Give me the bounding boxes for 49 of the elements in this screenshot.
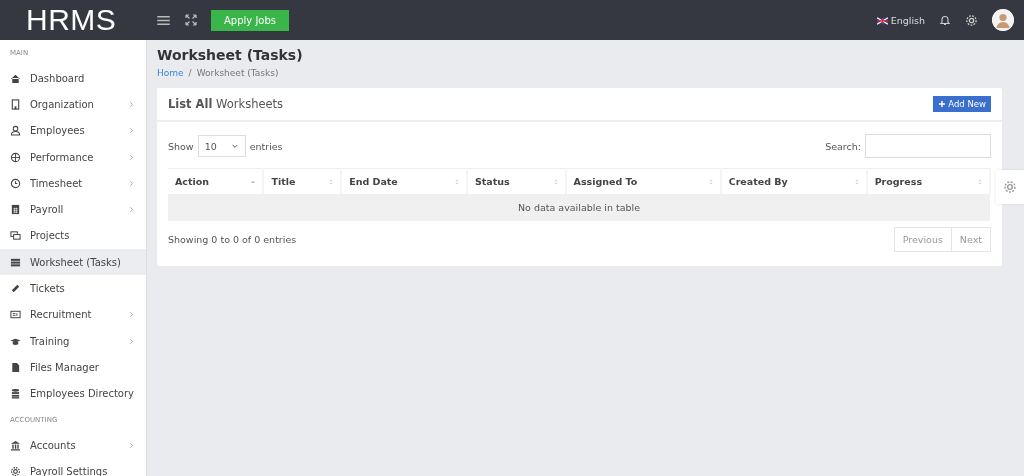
clock-icon [10,177,21,189]
logo: HRMS [25,3,118,37]
menu-item[interactable]: Worksheet (Tasks) [0,249,146,276]
gear-icon [10,465,21,476]
plus-icon [938,100,947,108]
database-icon [10,388,21,400]
expand-icon[interactable] [185,14,197,26]
bank-icon [10,439,21,451]
empty-table-message: No data available in table [168,194,990,221]
menu-item[interactable]: Payroll Settings [0,458,146,476]
globe-icon [10,151,21,163]
menu-item[interactable]: Dashboard [0,65,146,92]
page-length-select[interactable]: 10 [197,135,246,157]
menu-item[interactable]: Employees Directory [0,380,146,407]
menu-item[interactable]: Files Manager [0,354,146,381]
search-label: Search: [825,140,861,152]
menu-item[interactable]: Accounts [0,431,146,459]
person-icon [10,125,21,137]
search-field[interactable] [865,134,991,158]
add-new-button[interactable]: Add New [933,96,991,112]
menu-item[interactable]: Organization [0,91,146,118]
caret-icon [230,142,239,150]
page-title: Worksheet (Tasks) [157,47,304,63]
menu-item[interactable]: Recruitment [0,301,146,328]
settings-icon[interactable] [965,13,978,27]
windows-icon [10,230,21,242]
bell-icon[interactable] [939,14,951,26]
show-label: Show [168,140,194,152]
flag-icon [876,14,888,26]
layers-icon [10,256,21,268]
menu-item[interactable]: Training [0,327,146,355]
menu-item[interactable]: Payroll [0,196,146,223]
entries-label: entries [249,140,283,152]
breadcrumb-current: Worksheet (Tasks) [196,68,279,78]
menu-item[interactable]: Projects [0,222,146,250]
id-card-icon [10,309,21,321]
home-icon [10,72,21,84]
language-link[interactable]: English [890,14,925,26]
menu-item[interactable]: Performance [0,143,146,171]
building-icon [10,98,21,110]
file-icon [10,361,21,373]
menu-item[interactable]: Tickets [0,275,146,302]
calculator-icon [10,204,21,216]
table-info: Showing 0 to 0 of 0 entries [168,234,297,245]
avatar[interactable] [992,9,1014,31]
panel-title: List All Worksheets [168,97,284,111]
menu-item[interactable]: Timesheet [0,170,146,197]
menu-item[interactable]: Employees [0,117,146,144]
breadcrumb-separator: / [188,68,192,78]
